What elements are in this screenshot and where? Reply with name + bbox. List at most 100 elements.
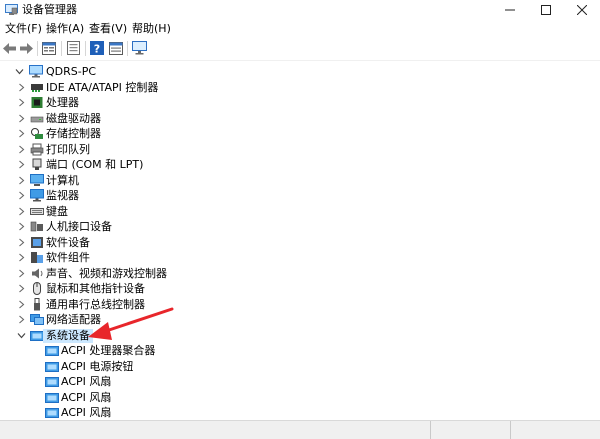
tree-child-label: ACPI 处理器聚合器	[61, 344, 156, 357]
tree-category-label: 软件设备	[46, 235, 90, 249]
tree-category[interactable]: 人机接口设备	[0, 219, 590, 235]
tree-category[interactable]: 通用串行总线控制器	[0, 297, 590, 313]
tree-category[interactable]: 磁盘驱动器	[0, 111, 590, 127]
tree-category[interactable]: 鼠标和其他指针设备	[0, 281, 590, 297]
tree-child[interactable]: ACPI 风扇	[0, 405, 590, 418]
chevron-right-icon[interactable]	[17, 83, 26, 92]
tree-child-label: ACPI 风扇	[61, 390, 112, 404]
device-list-icon	[42, 41, 56, 55]
tree-category[interactable]: 声音、视频和游戏控制器	[0, 266, 590, 282]
svg-text:?: ?	[94, 43, 100, 56]
tree-root[interactable]: QDRS-PC	[0, 64, 590, 80]
maximize-icon	[541, 5, 551, 15]
port-icon	[32, 158, 42, 170]
chevron-right-icon[interactable]	[17, 176, 26, 185]
tree-category-label: 声音、视频和游戏控制器	[46, 266, 167, 280]
tree-category-label: 鼠标和其他指针设备	[46, 282, 145, 295]
computer-icon	[29, 65, 43, 78]
printer-icon	[30, 143, 44, 155]
tree-category[interactable]: 处理器	[0, 95, 590, 111]
chevron-right-icon[interactable]	[17, 160, 26, 169]
keyboard-icon	[30, 207, 44, 215]
minimize-button[interactable]	[492, 0, 528, 20]
tree-category[interactable]: 软件设备	[0, 235, 590, 251]
help-button[interactable]: ?	[89, 40, 105, 56]
disk-drive-icon	[30, 116, 44, 122]
tree-category[interactable]: IDE ATA/ATAPI 控制器	[0, 80, 590, 96]
tree-category-label: 存储控制器	[46, 127, 101, 140]
tree-category[interactable]: 软件组件	[0, 250, 590, 266]
status-segment	[510, 421, 600, 439]
tree-category-selected[interactable]: 系统设备	[0, 328, 590, 344]
tree-category[interactable]: 计算机	[0, 173, 590, 189]
device-list-button[interactable]	[41, 40, 57, 56]
chevron-right-icon[interactable]	[17, 114, 26, 123]
tree-child-label: ACPI 风扇	[61, 375, 112, 388]
status-bar	[0, 420, 600, 439]
network-adapter-icon	[30, 314, 44, 325]
chevron-right-icon[interactable]	[17, 315, 26, 324]
chevron-right-icon[interactable]	[17, 129, 26, 138]
toolbar: ?	[0, 37, 600, 61]
chevron-right-icon[interactable]	[17, 145, 26, 154]
back-icon	[2, 42, 16, 54]
status-segment	[430, 421, 511, 439]
tree-category[interactable]: 键盘	[0, 204, 590, 220]
tree-child-label: ACPI 风扇	[61, 406, 112, 418]
menu-action[interactable]: 操作(A)	[46, 22, 84, 36]
tree-category[interactable]: 网络适配器	[0, 312, 590, 328]
view-button[interactable]	[108, 40, 124, 56]
system-device-icon	[45, 408, 59, 418]
tree-category-label: 监视器	[46, 189, 79, 202]
processor-icon	[31, 97, 43, 108]
toolbar-separator	[37, 41, 38, 56]
chevron-right-icon[interactable]	[17, 207, 26, 216]
mouse-icon	[33, 282, 41, 295]
toolbar-separator	[85, 41, 86, 56]
hid-icon	[30, 221, 43, 232]
chevron-right-icon[interactable]	[17, 191, 26, 200]
menu-help[interactable]: 帮助(H)	[132, 22, 171, 36]
chevron-right-icon[interactable]	[17, 269, 26, 278]
tree-category-label: 计算机	[46, 173, 79, 187]
chevron-right-icon[interactable]	[17, 253, 26, 262]
toolbar-separator	[61, 41, 62, 56]
properties-icon	[66, 41, 80, 55]
tree-category-label: 网络适配器	[46, 313, 101, 326]
monitor-icon	[30, 189, 44, 202]
chevron-right-icon[interactable]	[17, 238, 26, 247]
forward-button[interactable]	[18, 40, 34, 56]
tree-category[interactable]: 端口 (COM 和 LPT)	[0, 157, 590, 173]
chevron-right-icon[interactable]	[17, 222, 26, 231]
system-device-icon	[45, 361, 59, 372]
system-device-icon	[45, 377, 59, 387]
scan-hardware-button[interactable]	[131, 40, 147, 56]
maximize-button[interactable]	[528, 0, 564, 20]
properties-button[interactable]	[65, 40, 81, 56]
tree-category-label: IDE ATA/ATAPI 控制器	[46, 80, 159, 94]
chevron-down-icon[interactable]	[15, 67, 24, 76]
system-device-icon	[45, 392, 59, 403]
menu-file[interactable]: 文件(F)	[5, 22, 42, 36]
back-button[interactable]	[1, 40, 17, 56]
tree-child[interactable]: ACPI 处理器聚合器	[0, 343, 590, 359]
system-device-icon	[45, 346, 59, 356]
chevron-right-icon[interactable]	[17, 284, 26, 293]
chevron-right-icon[interactable]	[17, 300, 26, 309]
help-icon: ?	[90, 41, 104, 55]
tree-child[interactable]: ACPI 电源按钮	[0, 359, 590, 375]
sound-icon	[32, 268, 43, 278]
close-button[interactable]	[564, 0, 600, 20]
menu-view[interactable]: 查看(V)	[89, 22, 127, 36]
chevron-down-icon[interactable]	[17, 331, 26, 340]
tree-root-label: QDRS-PC	[46, 65, 97, 78]
chevron-right-icon[interactable]	[17, 98, 26, 107]
tree-child[interactable]: ACPI 风扇	[0, 390, 590, 406]
tree-category[interactable]: 打印队列	[0, 142, 590, 158]
tree-category-label: 人机接口设备	[46, 220, 112, 233]
title-bar: 设备管理器	[0, 0, 600, 20]
tree-category[interactable]: 监视器	[0, 188, 590, 204]
tree-child[interactable]: ACPI 风扇	[0, 374, 590, 390]
tree-category-label: 磁盘驱动器	[46, 111, 101, 125]
tree-category[interactable]: 存储控制器	[0, 126, 590, 142]
